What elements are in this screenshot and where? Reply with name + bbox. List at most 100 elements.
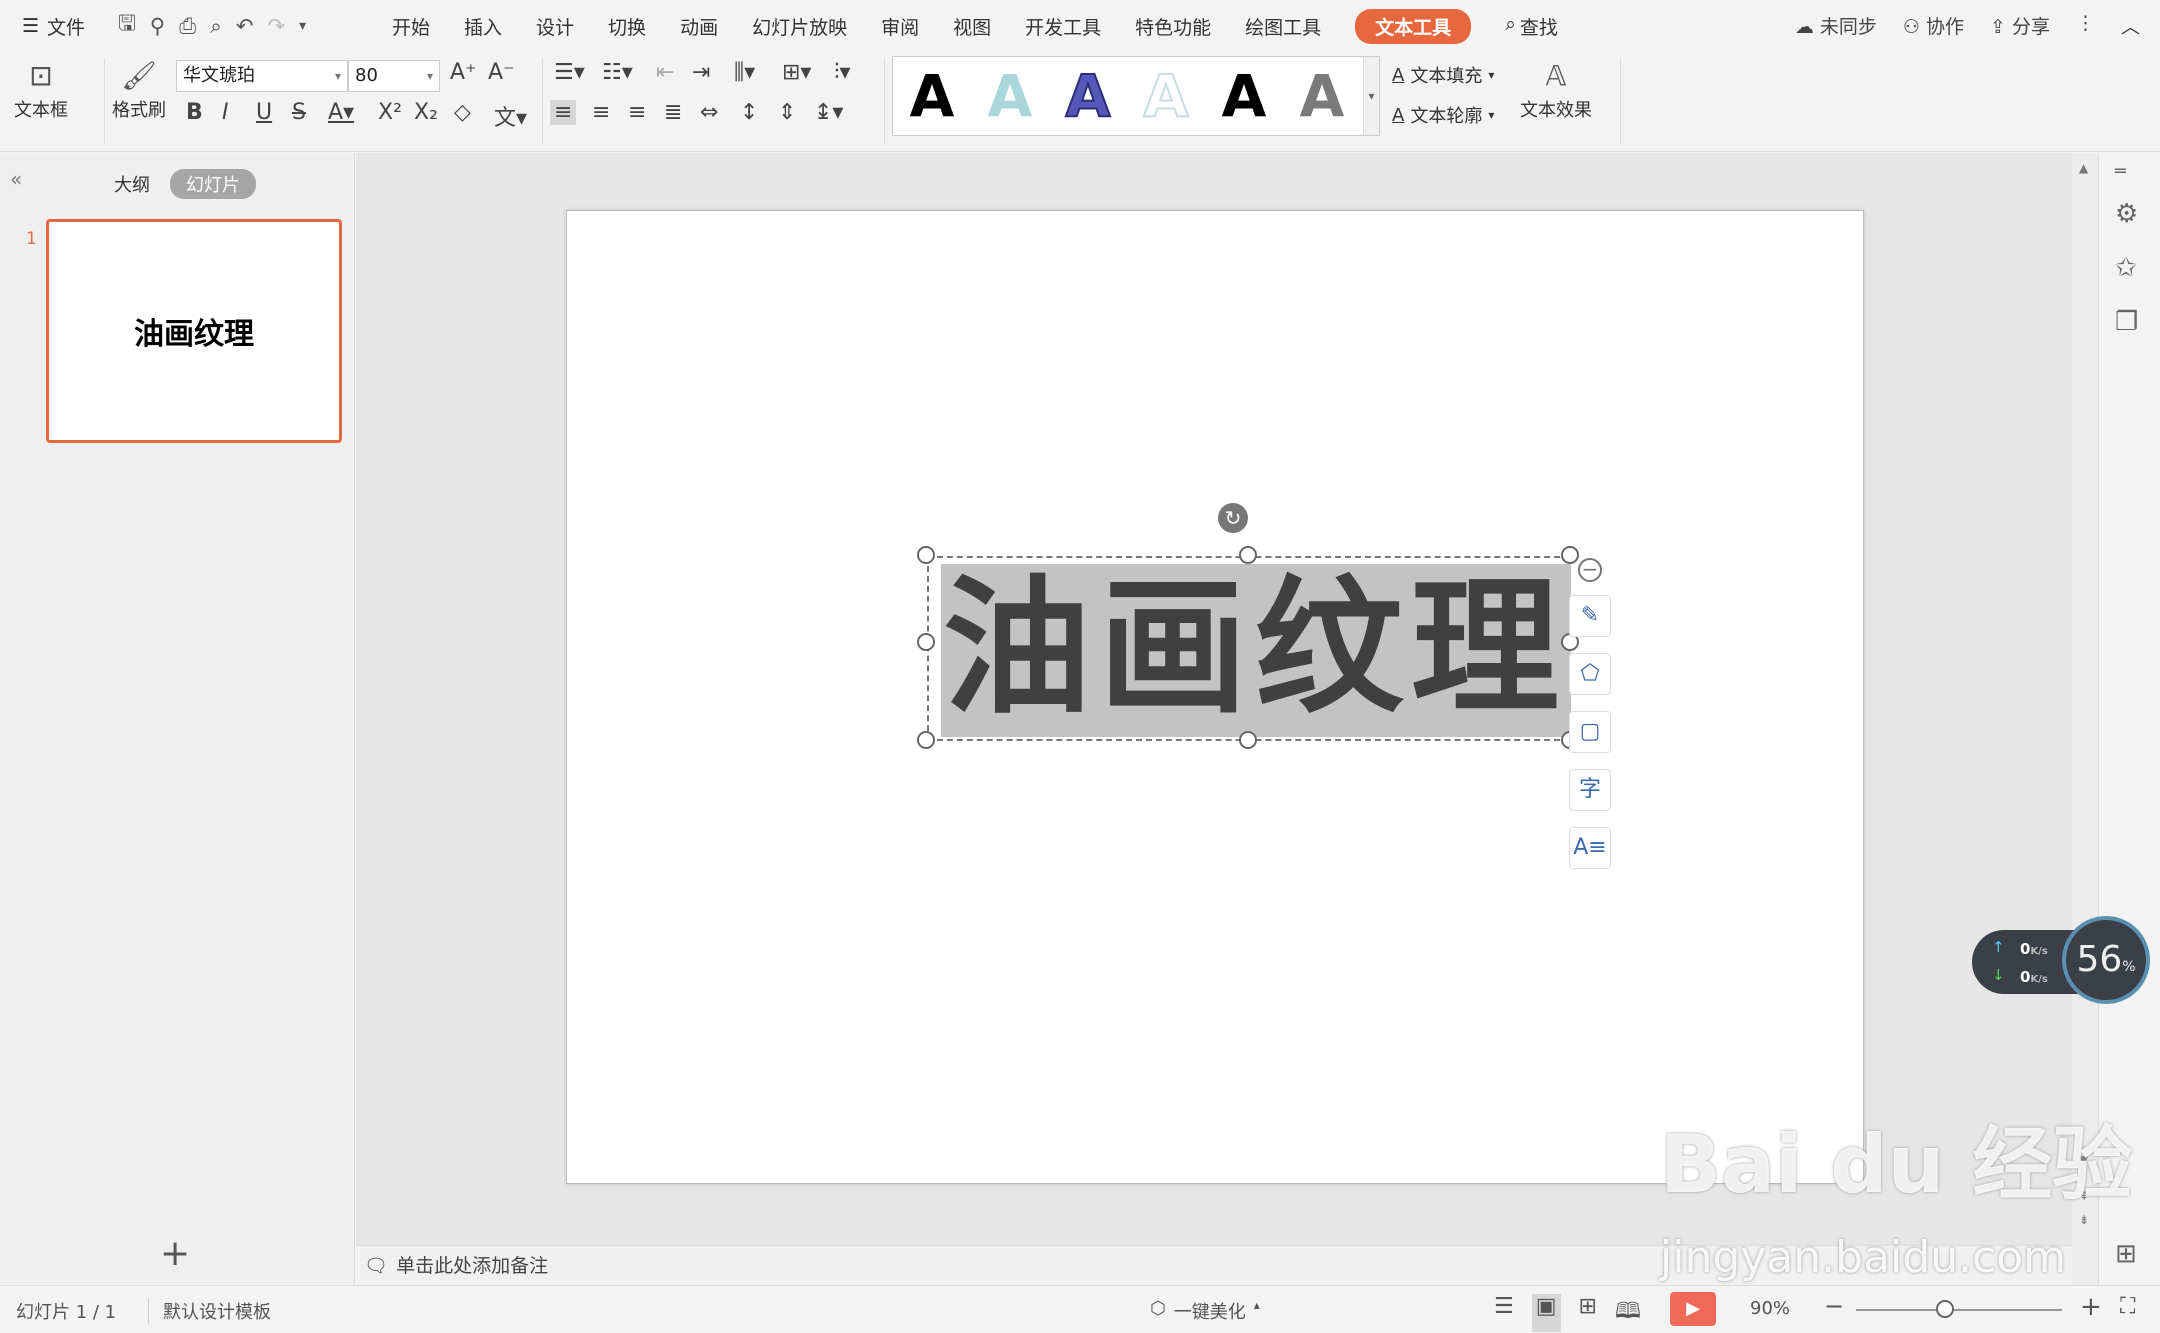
tab-insert[interactable]: 插入 (464, 13, 502, 40)
resize-handle-tl[interactable] (917, 546, 935, 564)
superscript-icon[interactable]: X² (378, 100, 402, 125)
align-right-icon[interactable]: ≡ (628, 100, 646, 125)
resize-handle-tr[interactable] (1561, 546, 1579, 564)
template-name[interactable]: 默认设计模板 (148, 1298, 271, 1324)
notes-view-icon[interactable]: ☰ (1494, 1294, 1514, 1332)
share-button[interactable]: ⇪ 分享 (1990, 12, 2050, 39)
collapse-ribbon-icon[interactable]: ︿ (2121, 12, 2140, 39)
collab-button[interactable]: ⚇ 协作 (1903, 12, 1964, 39)
columns-icon[interactable]: ⫼▾ (734, 60, 755, 85)
customize-toolbar-icon[interactable]: ▾ (299, 18, 306, 34)
align-center-icon[interactable]: ≡ (592, 100, 610, 125)
zoom-out-icon[interactable]: − (1824, 1292, 1844, 1320)
slide-thumbnail[interactable]: 油画纹理 (46, 219, 342, 443)
title-textbox[interactable]: 油画纹理 (927, 556, 1571, 741)
animation-icon[interactable]: ✩ (2115, 253, 2137, 283)
textbox-button[interactable]: ⊡ 文本框 (14, 56, 68, 122)
float-fill-icon[interactable]: ⬠ (1569, 653, 1611, 695)
collapse-float-toolbar-icon[interactable]: − (1578, 558, 1602, 582)
beautify-button[interactable]: ⬡ 一键美化 ▴ (1150, 1298, 1260, 1324)
text-style-blue-outline[interactable]: A (1065, 61, 1112, 131)
line-spacing-icon[interactable]: ↕ (740, 100, 758, 125)
comments-icon[interactable]: ❐ (2115, 307, 2138, 337)
rotate-handle-icon[interactable]: ↻ (1218, 503, 1248, 533)
print-icon[interactable]: ⎙ (179, 14, 196, 39)
add-slide-icon[interactable]: + (160, 1233, 190, 1274)
float-outline-icon[interactable]: ▢ (1569, 711, 1611, 753)
tab-developer[interactable]: 开发工具 (1025, 13, 1101, 40)
increase-font-icon[interactable]: A⁺ (450, 60, 477, 85)
zoom-slider[interactable] (1856, 1309, 2062, 1311)
tab-drawing-tools[interactable]: 绘图工具 (1245, 13, 1321, 40)
collapse-panel-icon[interactable]: « (10, 167, 22, 191)
format-painter-icon[interactable]: ⚲ (150, 14, 165, 38)
print-preview-icon[interactable]: ⌕ (210, 14, 222, 39)
tab-transitions[interactable]: 切换 (608, 13, 646, 40)
strikethrough-button[interactable]: S (292, 100, 306, 125)
tab-design[interactable]: 设计 (536, 13, 574, 40)
text-fill-button[interactable]: A 文本填充 ▾ (1392, 62, 1494, 88)
properties-icon[interactable]: ⚙ (2115, 199, 2138, 229)
file-menu[interactable]: ☰ 文件 (0, 13, 102, 40)
usage-gauge[interactable]: 56% (2062, 916, 2150, 1004)
zoom-in-icon[interactable]: + (2080, 1292, 2102, 1322)
text-outline-button[interactable]: A 文本轮廓 ▾ (1392, 102, 1494, 128)
text-direction-icon[interactable]: ⊞▾ (782, 60, 811, 85)
play-slideshow-button[interactable]: ▶ (1670, 1292, 1716, 1326)
redo-icon[interactable]: ↷ (267, 14, 285, 38)
zoom-level[interactable]: 90% (1750, 1298, 1790, 1319)
more-icon[interactable]: ⋮ (2076, 12, 2095, 39)
clear-format-icon[interactable]: ◇ (454, 100, 471, 125)
font-name-select[interactable]: 华文琥珀 ▾ (176, 60, 348, 92)
text-style-black[interactable]: A (910, 62, 955, 130)
tab-slideshow[interactable]: 幻灯片放映 (752, 13, 847, 40)
text-style-light-blue[interactable]: A (988, 62, 1033, 130)
resize-handle-left[interactable] (917, 633, 935, 651)
slide[interactable]: 油画纹理 ↻ (566, 210, 1864, 1184)
normal-view-icon[interactable]: ▣ (1531, 1294, 1561, 1332)
char-border-icon[interactable]: 文▾ (494, 100, 527, 132)
tab-review[interactable]: 审阅 (881, 13, 919, 40)
format-painter-button[interactable]: 🖌 格式刷 (112, 56, 166, 122)
reading-view-icon[interactable]: 🕮 (1615, 1294, 1641, 1332)
justify-icon[interactable]: ≣ (664, 100, 682, 125)
tab-outline[interactable]: 大纲 (114, 171, 150, 197)
tab-animation[interactable]: 动画 (680, 13, 718, 40)
slide-title-text[interactable]: 油画纹理 (943, 558, 1567, 738)
tab-home[interactable]: 开始 (392, 13, 430, 40)
decrease-indent-icon[interactable]: ⇤ (656, 60, 674, 85)
text-effect-button[interactable]: 𝔸 文本效果 (1520, 56, 1592, 122)
para-spacing-icon[interactable]: ⇕ (778, 100, 796, 125)
float-font-icon[interactable]: 字 (1569, 769, 1611, 811)
text-style-white-outline[interactable]: A (1143, 61, 1190, 131)
save-icon[interactable]: 🖫 (118, 9, 136, 44)
grid-icon[interactable]: ⊞ (2115, 1239, 2137, 1269)
tab-text-tools[interactable]: 文本工具 (1355, 8, 1472, 44)
bullet-list-icon[interactable]: ☰▾ (554, 60, 585, 85)
numbered-list-icon[interactable]: ☷▾ (602, 60, 633, 85)
subscript-icon[interactable]: X₂ (414, 100, 438, 125)
resize-handle-top[interactable] (1239, 546, 1257, 564)
decrease-font-icon[interactable]: A⁻ (488, 60, 515, 85)
align-left-icon[interactable]: ≡ (550, 100, 577, 125)
italic-button[interactable]: I (222, 100, 229, 125)
style-gallery-more-button[interactable]: ▾ (1363, 57, 1379, 135)
search-button[interactable]: ⌕ 查找 (1505, 13, 1558, 40)
font-color-icon[interactable]: A▾ (328, 100, 354, 125)
spacing-menu-icon[interactable]: ↨▾ (814, 100, 843, 125)
scroll-up-icon[interactable]: ▲ (2079, 161, 2088, 175)
sorter-view-icon[interactable]: ⊞ (1579, 1294, 1597, 1332)
float-text-options-icon[interactable]: A≡ (1569, 827, 1611, 869)
distribute-icon[interactable]: ⇔ (700, 100, 718, 125)
font-size-select[interactable]: 80 ▾ (348, 60, 440, 92)
tab-view[interactable]: 视图 (953, 13, 991, 40)
text-style-gray[interactable]: A (1300, 62, 1345, 130)
undo-icon[interactable]: ↶ (236, 14, 254, 38)
float-brush-icon[interactable]: ✎ (1569, 595, 1611, 637)
underline-button[interactable]: U (256, 100, 272, 125)
sync-button[interactable]: ☁ 未同步 (1795, 12, 1877, 39)
bold-button[interactable]: B (186, 100, 203, 125)
tab-special[interactable]: 特色功能 (1135, 13, 1211, 40)
increase-indent-icon[interactable]: ⇥ (692, 60, 710, 85)
text-style-black-bold[interactable]: A (1222, 62, 1267, 130)
